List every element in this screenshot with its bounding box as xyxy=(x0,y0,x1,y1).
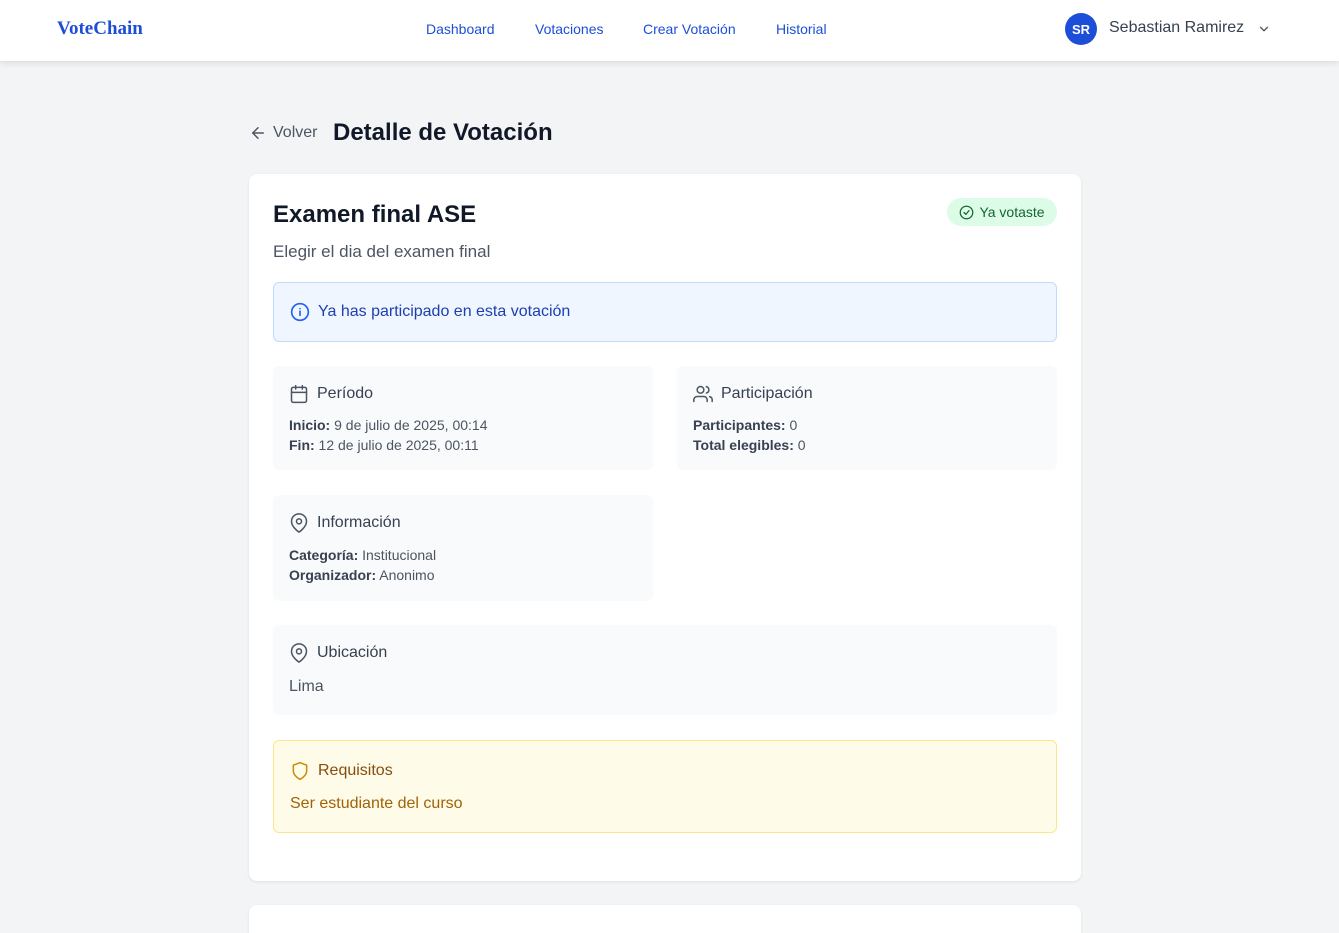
map-pin-icon xyxy=(289,643,309,663)
status-badge: Ya votaste xyxy=(947,198,1057,226)
users-icon xyxy=(693,384,713,404)
back-button[interactable]: Volver xyxy=(249,124,317,142)
ubicacion-value: Lima xyxy=(289,678,324,695)
requisitos-heading-label: Requisitos xyxy=(318,762,393,779)
eligible-value: 0 xyxy=(797,437,806,453)
periodo-end-value: 12 de julio de 2025, 00:11 xyxy=(318,437,479,453)
ubicacion-heading: Ubicación xyxy=(289,643,387,663)
status-badge-label: Ya votaste xyxy=(979,204,1045,220)
vote-description: Elegir el dia del examen final xyxy=(273,242,491,261)
periodo-start: Inicio: 9 de julio de 2025, 00:14 xyxy=(289,417,487,433)
alert-text: Ya has participado en esta votación xyxy=(318,303,571,320)
periodo-end: Fin: 12 de julio de 2025, 00:11 xyxy=(289,437,479,453)
secondary-card xyxy=(249,905,1081,933)
category-line: Categoría: Institucional xyxy=(289,547,436,563)
participacion-panel: Participación Participantes: 0 Total ele… xyxy=(677,366,1057,470)
requisitos-panel: Requisitos Ser estudiante del curso xyxy=(273,740,1057,833)
participacion-heading-label: Participación xyxy=(721,385,813,402)
informacion-heading-label: Información xyxy=(317,514,401,531)
chevron-down-icon[interactable] xyxy=(1257,22,1271,36)
periodo-heading-label: Período xyxy=(317,385,374,402)
category-label: Categoría: xyxy=(289,547,359,563)
category-value: Institucional xyxy=(362,547,437,563)
participated-alert: Ya has participado en esta votación xyxy=(273,282,1057,342)
map-pin-icon xyxy=(289,513,309,533)
eligible-label: Total elegibles: xyxy=(693,437,794,453)
info-icon xyxy=(290,302,310,322)
nav-link-crear-votacion[interactable]: Crear Votación xyxy=(643,21,736,37)
organizer-label: Organizador: xyxy=(289,567,377,583)
brand-logo[interactable]: VoteChain xyxy=(57,18,143,40)
periodo-panel: Período Inicio: 9 de julio de 2025, 00:1… xyxy=(273,366,653,470)
informacion-heading: Información xyxy=(289,513,401,533)
avatar[interactable]: SR xyxy=(1065,13,1097,45)
nav-link-votaciones[interactable]: Votaciones xyxy=(535,21,604,37)
requisitos-heading: Requisitos xyxy=(290,761,393,781)
shield-icon xyxy=(290,761,310,781)
requisitos-value: Ser estudiante del curso xyxy=(290,795,463,812)
participants-value: 0 xyxy=(789,417,798,433)
periodo-heading: Período xyxy=(289,384,373,404)
top-navbar: VoteChain Dashboard Votaciones Crear Vot… xyxy=(0,0,1339,61)
user-name[interactable]: Sebastian Ramirez xyxy=(1109,19,1244,37)
check-circle-icon xyxy=(959,205,974,220)
back-label: Volver xyxy=(273,124,318,141)
vote-title: Examen final ASE xyxy=(273,201,477,228)
organizer-value: Anonimo xyxy=(379,567,435,583)
participacion-heading: Participación xyxy=(693,384,813,404)
ubicacion-heading-label: Ubicación xyxy=(317,644,388,661)
periodo-start-label: Inicio: xyxy=(289,417,331,433)
calendar-icon xyxy=(289,384,309,404)
participants-label: Participantes: xyxy=(693,417,786,433)
organizer-line: Organizador: Anonimo xyxy=(289,567,435,583)
ubicacion-panel: Ubicación Lima xyxy=(273,625,1057,715)
informacion-panel: Información Categoría: Institucional Org… xyxy=(273,495,653,601)
arrow-left-icon xyxy=(249,124,267,142)
vote-detail-card: Examen final ASE Ya votaste Elegir el di… xyxy=(249,174,1081,881)
periodo-start-value: 9 de julio de 2025, 00:14 xyxy=(334,417,488,433)
page-title: Detalle de Votación xyxy=(333,119,553,146)
participants-line: Participantes: 0 xyxy=(693,417,797,433)
nav-link-historial[interactable]: Historial xyxy=(776,21,827,37)
nav-link-dashboard[interactable]: Dashboard xyxy=(426,21,495,37)
eligible-line: Total elegibles: 0 xyxy=(693,437,806,453)
periodo-end-label: Fin: xyxy=(289,437,315,453)
